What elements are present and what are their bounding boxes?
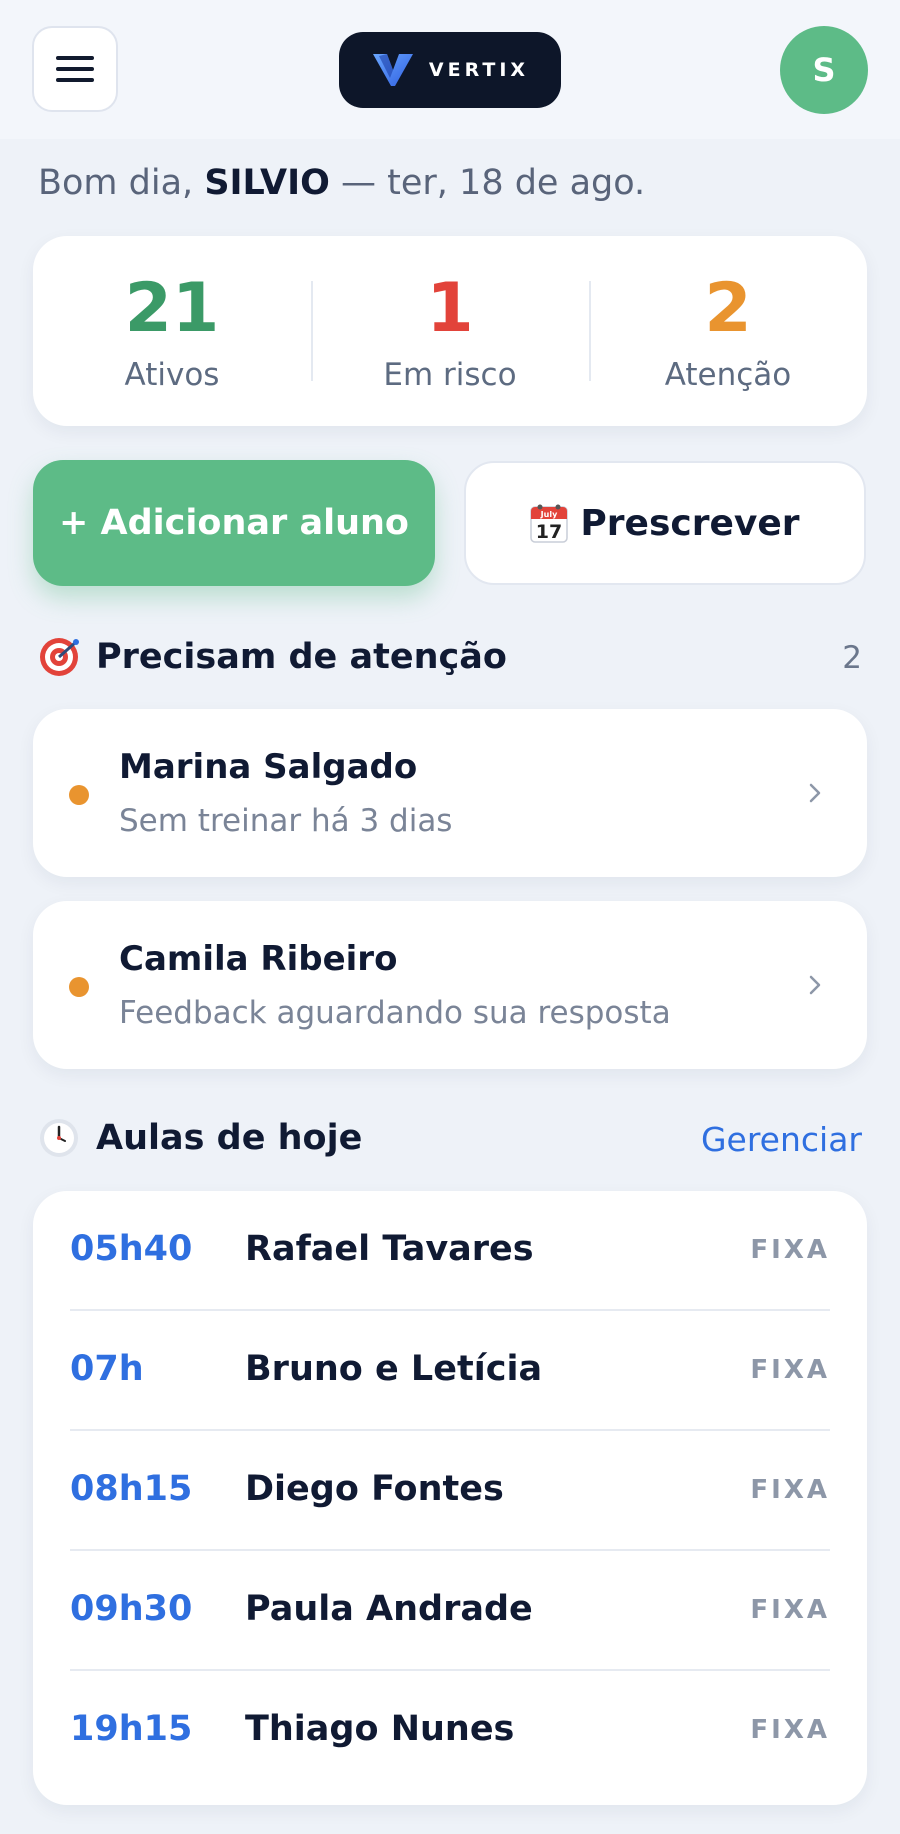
class-row[interactable]: 07h Bruno e Letícia FIXA: [70, 1311, 830, 1431]
app-logo[interactable]: VERTIX: [339, 32, 561, 108]
attention-item[interactable]: Marina Salgado Sem treinar há 3 dias: [33, 709, 867, 877]
class-student: Paula Andrade: [245, 1589, 533, 1629]
manage-link[interactable]: Gerenciar: [701, 1120, 862, 1159]
class-badge: FIXA: [750, 1355, 830, 1385]
classes-card: 05h40 Rafael Tavares FIXA 07h Bruno e Le…: [33, 1191, 867, 1805]
clock-icon: [40, 1119, 78, 1157]
stat-value: 2: [704, 269, 752, 348]
prescribe-label: Prescrever: [580, 502, 800, 544]
greeting-name: SILVIO: [204, 163, 330, 203]
class-badge: FIXA: [750, 1475, 830, 1505]
logo-text: VERTIX: [428, 59, 530, 81]
class-time: 08h15: [70, 1469, 193, 1509]
classes-section-title: Aulas de hoje: [38, 1117, 362, 1159]
student-name: Marina Salgado: [119, 747, 418, 787]
student-name: Camila Ribeiro: [119, 939, 398, 979]
chevron-right-icon: [809, 975, 821, 995]
stat-at-risk[interactable]: 1 Em risco: [311, 236, 589, 426]
class-time: 09h30: [70, 1589, 193, 1629]
class-row[interactable]: 09h30 Paula Andrade FIXA: [70, 1551, 830, 1671]
class-time: 19h15: [70, 1709, 193, 1749]
class-badge: FIXA: [750, 1235, 830, 1265]
svg-text:17: 17: [536, 521, 562, 543]
chevron-right-icon: [809, 783, 821, 803]
greeting-date: — ter, 18 de ago.: [341, 163, 646, 203]
greeting-prefix: Bom dia,: [38, 163, 194, 203]
stat-label: Atenção: [664, 357, 792, 393]
stat-attention[interactable]: 2 Atenção: [589, 236, 867, 426]
class-student: Bruno e Letícia: [245, 1349, 543, 1389]
stats-card: 21 Ativos 1 Em risco 2 Atenção: [33, 236, 867, 426]
stat-label: Ativos: [124, 357, 220, 393]
vertix-logo-icon: [372, 54, 413, 86]
greeting: Bom dia, SILVIO — ter, 18 de ago.: [38, 163, 645, 203]
class-badge: FIXA: [750, 1595, 830, 1625]
class-student: Diego Fontes: [245, 1469, 504, 1509]
add-student-button[interactable]: + Adicionar aluno: [33, 460, 435, 586]
prescribe-button[interactable]: July 17 Prescrever: [464, 461, 866, 585]
class-row[interactable]: 05h40 Rafael Tavares FIXA: [70, 1191, 830, 1311]
class-student: Rafael Tavares: [245, 1229, 534, 1269]
class-row[interactable]: 08h15 Diego Fontes FIXA: [70, 1431, 830, 1551]
menu-button[interactable]: [32, 26, 118, 112]
section-title-text: Aulas de hoje: [96, 1118, 363, 1158]
calendar-icon: July 17: [530, 504, 569, 543]
target-icon: [40, 638, 79, 676]
stat-value: 21: [124, 269, 220, 348]
stat-value: 1: [426, 269, 474, 348]
hamburger-icon: [56, 56, 94, 60]
section-title-text: Precisam de atenção: [96, 637, 507, 677]
stat-label: Em risco: [383, 357, 517, 393]
attention-section-title: Precisam de atenção: [38, 636, 507, 678]
class-row[interactable]: 19h15 Thiago Nunes FIXA: [70, 1671, 830, 1791]
top-bar: VERTIX S: [0, 0, 900, 139]
alert-description: Feedback aguardando sua resposta: [119, 995, 671, 1031]
svg-text:July: July: [540, 510, 558, 519]
class-time: 07h: [70, 1349, 144, 1389]
class-student: Thiago Nunes: [245, 1709, 515, 1749]
status-dot: [69, 785, 89, 805]
attention-count: 2: [842, 640, 862, 676]
class-badge: FIXA: [750, 1715, 830, 1745]
class-time: 05h40: [70, 1229, 193, 1269]
avatar[interactable]: S: [780, 26, 868, 114]
status-dot: [69, 977, 89, 997]
alert-description: Sem treinar há 3 dias: [119, 803, 453, 839]
stat-active[interactable]: 21 Ativos: [33, 236, 311, 426]
attention-item[interactable]: Camila Ribeiro Feedback aguardando sua r…: [33, 901, 867, 1069]
